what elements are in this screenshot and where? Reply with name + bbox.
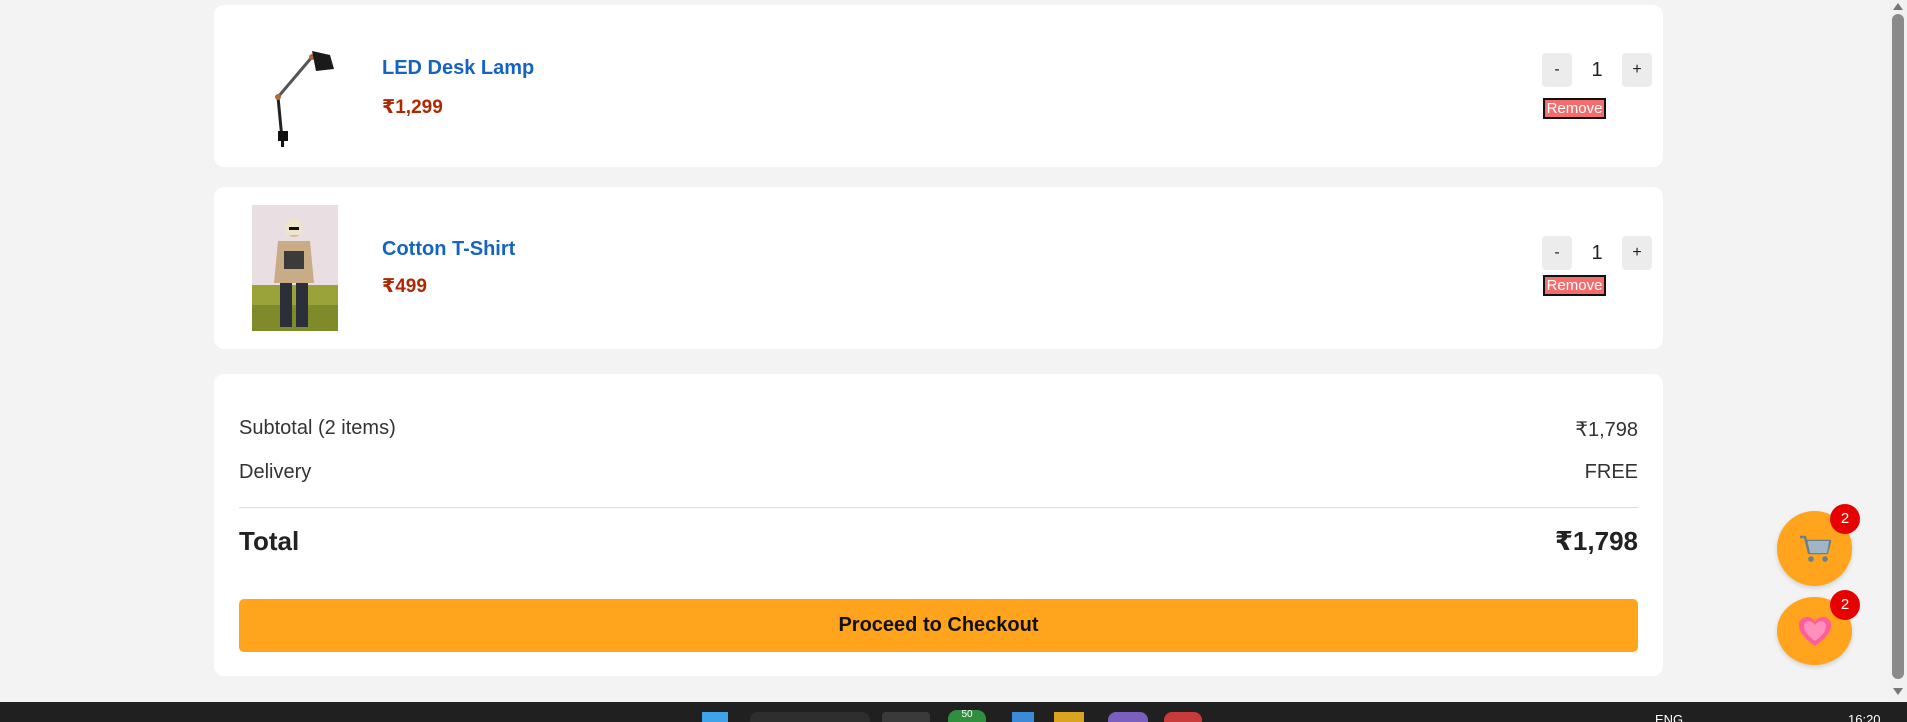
page-scrollbar[interactable] <box>1889 0 1907 702</box>
cart-item: Cotton T-Shirt ₹499 - 1 + Remove <box>214 187 1663 349</box>
floating-cart-button[interactable]: 2 <box>1777 504 1860 586</box>
remove-button[interactable]: Remove <box>1543 98 1606 119</box>
cart-item: LED Desk Lamp ₹1,299 - 1 + Remove <box>214 5 1663 167</box>
wishlist-count-badge: 2 <box>1830 590 1860 620</box>
taskbar-app-icon[interactable] <box>1012 712 1034 722</box>
floating-wishlist-button[interactable]: 2 <box>1777 590 1860 665</box>
remove-button[interactable]: Remove <box>1543 275 1606 296</box>
product-name-link[interactable]: Cotton T-Shirt <box>382 238 515 261</box>
scroll-up-arrow-icon[interactable] <box>1893 3 1903 10</box>
total-label: Total <box>239 526 300 556</box>
cart-count-badge: 2 <box>1830 504 1860 534</box>
product-price: ₹1,299 <box>382 97 443 118</box>
scroll-down-arrow-icon[interactable] <box>1893 688 1903 695</box>
taskbar: 50 ENG 16:20 <box>0 702 1907 722</box>
quantity-stepper: - 1 + <box>1542 236 1652 270</box>
increase-quantity-button[interactable]: + <box>1622 53 1652 87</box>
quantity-value: 1 <box>1591 242 1603 264</box>
product-price: ₹499 <box>382 276 427 297</box>
quantity-stepper: - 1 + <box>1542 53 1652 87</box>
folder-icon[interactable] <box>1054 712 1084 722</box>
subtotal-label: Subtotal (2 items) <box>239 417 396 439</box>
taskbar-search[interactable] <box>750 712 870 722</box>
taskbar-app-icon[interactable] <box>1108 712 1148 722</box>
total-value: ₹1,798 <box>1554 526 1638 556</box>
order-summary: Subtotal (2 items) ₹1,798 Delivery FREE … <box>214 374 1663 676</box>
language-indicator[interactable]: ENG <box>1655 712 1683 722</box>
subtotal-value: ₹1,798 <box>1575 419 1638 441</box>
increase-quantity-button[interactable]: + <box>1622 236 1652 270</box>
quantity-value: 1 <box>1591 59 1603 81</box>
delivery-value: FREE <box>1584 461 1638 483</box>
taskbar-app-icon[interactable] <box>1164 712 1202 722</box>
decrease-quantity-button[interactable]: - <box>1542 236 1572 270</box>
summary-divider <box>239 507 1638 508</box>
product-name-link[interactable]: LED Desk Lamp <box>382 57 534 80</box>
decrease-quantity-button[interactable]: - <box>1542 53 1572 87</box>
product-image-tshirt[interactable] <box>252 205 338 331</box>
windows-start-icon[interactable] <box>702 712 728 722</box>
scrollbar-thumb[interactable] <box>1892 14 1904 679</box>
heart-icon <box>1799 617 1831 646</box>
taskbar-notification-badge: 50 <box>948 710 986 722</box>
product-image-desk-lamp[interactable] <box>252 27 338 153</box>
taskbar-app-icon[interactable] <box>882 712 930 722</box>
delivery-label: Delivery <box>239 461 312 483</box>
cart-icon <box>1800 535 1832 562</box>
clock[interactable]: 16:20 <box>1848 712 1881 722</box>
proceed-to-checkout-button[interactable]: Proceed to Checkout <box>239 599 1638 652</box>
cart-page: LED Desk Lamp ₹1,299 - 1 + Remove Cotton… <box>0 0 1889 702</box>
